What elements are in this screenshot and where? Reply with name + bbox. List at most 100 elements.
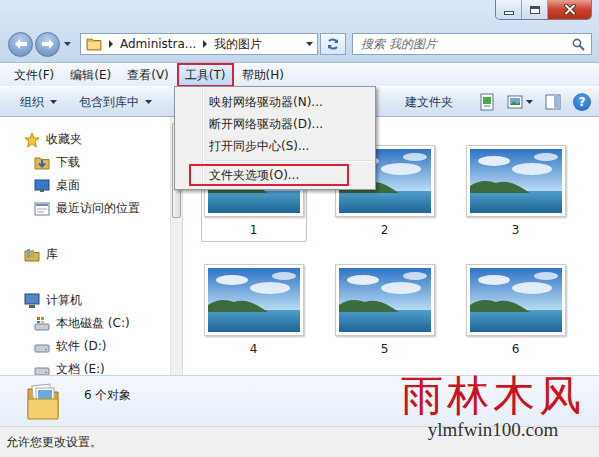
file-tile[interactable]: 5 xyxy=(332,261,438,361)
nav-label: 本地磁盘 (C:) xyxy=(56,315,130,332)
back-button[interactable] xyxy=(8,32,33,57)
preview-pane-button[interactable] xyxy=(545,94,561,110)
maximize-icon xyxy=(530,6,540,14)
nav-item[interactable]: 下载 xyxy=(0,151,170,174)
view-icon xyxy=(507,95,523,109)
dropdown-arrow-icon xyxy=(526,100,533,104)
file-label: 3 xyxy=(512,223,520,237)
back-arrow-icon xyxy=(14,38,28,50)
minimize-button[interactable] xyxy=(496,0,522,19)
folder-icon xyxy=(86,37,102,51)
nav-item[interactable]: 计算机 xyxy=(0,289,170,312)
landscape-photo-icon xyxy=(470,268,562,332)
view-button[interactable] xyxy=(507,95,533,109)
library-icon xyxy=(24,247,40,263)
slideshow-button[interactable] xyxy=(479,93,495,111)
help-button[interactable]: ? xyxy=(573,93,591,111)
drive-icon xyxy=(34,339,50,355)
file-item[interactable]: 4 xyxy=(188,261,319,375)
star-icon xyxy=(24,132,40,148)
watermark-url: ylmfwin100.com xyxy=(401,419,585,441)
pictures-folder-icon xyxy=(26,381,60,421)
nav-label: 收藏夹 xyxy=(46,131,82,148)
nav-label: 计算机 xyxy=(46,292,82,309)
breadcrumb[interactable]: 我的图片 xyxy=(214,36,262,52)
system-drive-icon xyxy=(34,316,50,332)
search-box[interactable]: 搜索 我的图片 xyxy=(352,33,592,55)
toolbar-button[interactable]: 包含到库中 xyxy=(73,90,158,114)
dropdown-arrow-icon xyxy=(306,42,313,46)
tools-menu-item[interactable]: 文件夹选项(O)... xyxy=(189,164,349,186)
file-item[interactable]: 5 xyxy=(319,261,450,375)
file-label: 5 xyxy=(381,342,389,356)
drive-icon xyxy=(34,362,50,376)
watermark-title: 雨林木风 xyxy=(401,373,585,419)
menu-item[interactable]: 查看(V) xyxy=(119,63,177,87)
slideshow-icon xyxy=(479,93,495,111)
nav-label: 软件 (D:) xyxy=(56,338,106,355)
thumbnail xyxy=(466,264,566,336)
menu-separator xyxy=(177,157,373,164)
refresh-button[interactable] xyxy=(320,33,346,55)
tools-menu-item[interactable]: 打开同步中心(S)... xyxy=(177,135,373,157)
details-pane: 6 个对象 xyxy=(0,375,599,426)
file-tile[interactable]: 3 xyxy=(463,142,569,242)
breadcrumb[interactable]: Administra... xyxy=(120,36,196,52)
desktop-icon xyxy=(34,178,50,194)
window-controls xyxy=(495,0,592,20)
forward-arrow-icon xyxy=(41,38,55,50)
close-button[interactable] xyxy=(548,0,591,19)
nav-item[interactable]: 收藏夹 xyxy=(0,128,170,151)
nav-item[interactable]: 最近访问的位置 xyxy=(0,197,170,220)
magnifier-icon xyxy=(572,38,585,51)
nav-label: 库 xyxy=(46,246,58,263)
file-item[interactable]: 3 xyxy=(450,142,581,261)
chevron-icon xyxy=(108,40,114,48)
nav-item[interactable]: 文档 (E:) xyxy=(0,358,170,375)
item-count: 6 个对象 xyxy=(84,387,131,403)
landscape-photo-icon xyxy=(470,149,562,213)
refresh-icon xyxy=(326,37,340,51)
nav-label: 文档 (E:) xyxy=(56,361,105,375)
computer-icon xyxy=(24,293,40,309)
file-label: 4 xyxy=(250,342,258,356)
close-icon xyxy=(564,4,576,15)
landscape-photo-icon xyxy=(339,268,431,332)
file-label: 6 xyxy=(512,342,520,356)
file-item[interactable]: 6 xyxy=(450,261,581,375)
menu-item[interactable]: 工具(T) xyxy=(177,63,234,87)
menu-item[interactable]: 帮助(H) xyxy=(234,63,292,87)
new-folder-button[interactable]: 建文件夹 xyxy=(399,90,459,114)
status-bar: 允许您更改设置。 xyxy=(0,426,599,457)
landscape-photo-icon xyxy=(208,268,300,332)
nav-item[interactable]: 本地磁盘 (C:) xyxy=(0,312,170,335)
menu-bar: 文件(F)编辑(E)查看(V)工具(T)帮助(H) xyxy=(0,62,599,86)
preview-pane-icon xyxy=(545,94,561,110)
file-label: 1 xyxy=(250,223,258,237)
nav-item[interactable]: 软件 (D:) xyxy=(0,335,170,358)
menu-item[interactable]: 文件(F) xyxy=(6,63,62,87)
history-dropdown[interactable] xyxy=(60,34,74,54)
search-placeholder: 搜索 我的图片 xyxy=(361,36,568,53)
tools-menu: 映射网络驱动器(N)...断开网络驱动器(D)...打开同步中心(S)... 文件… xyxy=(174,86,376,190)
file-tile[interactable]: 6 xyxy=(463,261,569,361)
title-bar xyxy=(0,0,599,30)
file-label: 2 xyxy=(381,223,389,237)
tools-menu-item[interactable]: 断开网络驱动器(D)... xyxy=(177,113,373,135)
address-row: Administra... 我的图片 搜索 我的图片 xyxy=(0,30,599,62)
navigation-list: 收藏夹 下载 桌面 最近访问的位置 库 计算机 本地磁盘 (C:) 软件 (D:… xyxy=(0,117,170,375)
thumbnail xyxy=(204,264,304,336)
forward-button[interactable] xyxy=(35,32,60,57)
toolbar-button[interactable]: 组织 xyxy=(14,90,63,114)
recent-places-icon xyxy=(34,201,50,217)
menu-item[interactable]: 编辑(E) xyxy=(62,63,119,87)
address-bar[interactable]: Administra... 我的图片 xyxy=(80,33,318,55)
dropdown-arrow-icon xyxy=(50,100,57,104)
file-tile[interactable]: 4 xyxy=(201,261,307,361)
address-dropdown[interactable] xyxy=(301,34,317,54)
nav-item[interactable]: 库 xyxy=(0,243,170,266)
maximize-button[interactable] xyxy=(522,0,548,19)
tools-menu-item[interactable]: 映射网络驱动器(N)... xyxy=(177,91,373,113)
nav-item[interactable]: 桌面 xyxy=(0,174,170,197)
dropdown-arrow-icon xyxy=(145,100,152,104)
